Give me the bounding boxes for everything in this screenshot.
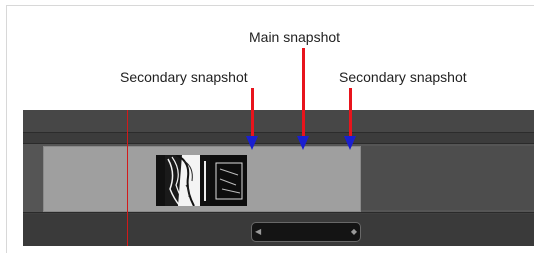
main-snapshot-arrow xyxy=(302,48,305,136)
timeline-track xyxy=(23,143,534,213)
frame-top-border xyxy=(6,5,534,6)
timeline-clip[interactable] xyxy=(43,146,361,212)
playhead[interactable] xyxy=(127,110,128,246)
timeline-ruler[interactable] xyxy=(23,110,534,133)
clip-thumbnail xyxy=(156,155,247,206)
secondary-snapshot-marker-left-icon[interactable] xyxy=(246,136,258,150)
frame-left-border xyxy=(6,5,7,253)
timeline-header-strip xyxy=(23,133,534,143)
main-snapshot-marker-icon[interactable] xyxy=(297,136,309,150)
scrollbar-left-arrow-icon[interactable]: ◀ xyxy=(255,228,261,236)
timeline-empty-region xyxy=(361,146,534,210)
main-snapshot-label: Main snapshot xyxy=(249,29,341,45)
secondary-snapshot-arrow-left xyxy=(251,88,254,136)
sketch-thumbnail-icon xyxy=(156,155,247,206)
secondary-snapshot-marker-right-icon[interactable] xyxy=(344,136,356,150)
timeline-scrollbar[interactable]: ◀ ◆ xyxy=(251,222,361,242)
secondary-snapshot-arrow-right xyxy=(349,88,352,136)
timeline-panel: ◀ ◆ xyxy=(23,110,534,246)
secondary-snapshot-label-left: Secondary snapshot xyxy=(120,69,248,85)
scrollbar-right-handle-icon[interactable]: ◆ xyxy=(351,228,357,236)
secondary-snapshot-label-right: Secondary snapshot xyxy=(339,69,467,85)
